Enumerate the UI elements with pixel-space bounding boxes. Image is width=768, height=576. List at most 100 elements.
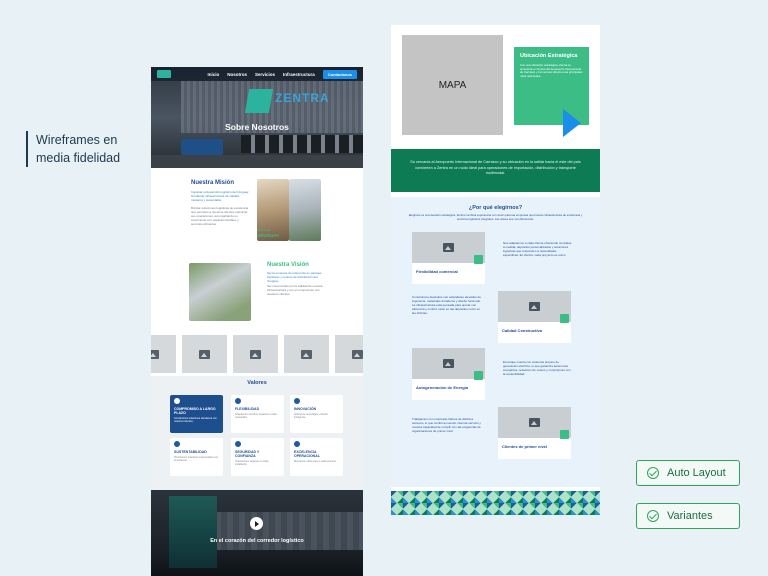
image-icon: [301, 349, 312, 359]
zentra-tower-image: [169, 496, 217, 568]
valor-card-excelencia[interactable]: EXCELENCIA OPERACIONAL Buscamos eficienci…: [290, 438, 343, 476]
auto-layout-label: Auto Layout: [667, 467, 726, 479]
valor-title: EXCELENCIA OPERACIONAL: [294, 450, 320, 458]
nav-item-inicio[interactable]: Inicio: [207, 72, 219, 77]
valor-title: COMPROMISO A LARGO PLAZO: [174, 407, 216, 415]
valor-card-seguridad[interactable]: SEGURIDAD Y CONFIANZA Operaciones seguras…: [231, 438, 284, 476]
hero-brand: ZENTRA: [275, 91, 330, 105]
why-subtitle: Elegirnos es una decisión estratégica. Z…: [408, 213, 583, 221]
image-icon: [529, 418, 540, 427]
valor-title: FLEXIBILIDAD: [235, 407, 260, 411]
nav-item-infraestructura[interactable]: Infraestructura: [283, 72, 315, 77]
why-section: ¿Por qué elegirnos? Elegirnos es una dec…: [391, 197, 600, 487]
ubicacion-desc: Con una ubicación estratégica, Zentra se…: [520, 63, 583, 78]
feature-text: Construimos depósitos con estándares ele…: [412, 295, 481, 315]
video-section: En el corazón del corredor logístico: [151, 490, 363, 576]
chevron-right-icon: [563, 109, 581, 137]
valor-card-flexibilidad[interactable]: FLEXIBILIDAD Adaptamos nuestros espacios …: [231, 395, 284, 433]
valores-title: Valores: [247, 380, 267, 386]
image-tag-icon: [474, 255, 483, 264]
ubicacion-page: MAPA Ubicación Estratégica Con una ubica…: [391, 25, 600, 515]
valor-desc: Aplicamos tecnología y diseño inteligent…: [294, 413, 328, 420]
image-icon: [529, 302, 540, 311]
feature-caption: Calidad Constructiva: [502, 328, 543, 333]
feature-card-calidad[interactable]: Calidad Constructiva: [498, 291, 571, 343]
map-placeholder[interactable]: MAPA: [402, 35, 503, 135]
gallery-item[interactable]: [182, 335, 227, 373]
image-icon: [199, 349, 210, 359]
play-icon[interactable]: [250, 517, 263, 530]
feature-text: Trabajamos con empresas líderes de disti…: [412, 417, 481, 433]
flex-icon: [235, 398, 241, 404]
sobre-nosotros-page: ZENTRA Sobre Nosotros Inicio Nosotros Se…: [151, 67, 363, 576]
valor-title: SUSTENTABILIDAD: [174, 450, 207, 454]
image-tag-icon: [474, 371, 483, 380]
mision-title: Nuestra Misión: [191, 180, 235, 186]
image-tag-icon: [560, 314, 569, 323]
bulb-icon: [294, 398, 300, 404]
location-banner: Su cercanía al Aeropuerto Internacional …: [391, 149, 600, 192]
image-gallery[interactable]: [151, 335, 363, 375]
vision-title: Nuestra Visión: [267, 262, 309, 268]
check-circle-icon: [647, 467, 659, 479]
valor-desc: Priorizamos prácticas responsables con e…: [174, 456, 219, 463]
ubicacion-title: Ubicación Estratégica: [520, 53, 578, 59]
valor-title: SEGURIDAD Y CONFIANZA: [235, 450, 260, 458]
feature-text: Nos adaptamos a cada cliente ofreciendo …: [503, 241, 572, 257]
leaf-icon: [174, 441, 180, 447]
gallery-item[interactable]: [233, 335, 278, 373]
zentra-logo-icon: [244, 89, 274, 113]
image-tag-icon: [560, 430, 569, 439]
contact-button[interactable]: Contáctanos: [322, 69, 357, 79]
image-icon: [352, 349, 363, 359]
image-icon: [151, 349, 159, 359]
valor-desc: Operaciones seguras en cada instalación.: [235, 460, 269, 467]
nav-logo-icon[interactable]: [157, 70, 172, 78]
image-icon: [443, 243, 454, 252]
feature-card-energia[interactable]: Autogeneración de Energía: [412, 348, 485, 400]
valor-desc: Buscamos eficiencia en cada proceso.: [294, 460, 337, 463]
valor-card-sustentabilidad[interactable]: SUSTENTABILIDAD Priorizamos prácticas res…: [170, 438, 223, 476]
warehouse-image: [215, 512, 363, 550]
valor-card-innovacion[interactable]: INNOVACIÓN Aplicamos tecnología y diseño …: [290, 395, 343, 433]
vision-text-2: Ser reconocidos por la calidad de nuestr…: [267, 284, 323, 296]
valor-desc: Adaptamos nuestros espacios a cada neces…: [235, 413, 277, 420]
hero-title: Sobre Nosotros: [225, 122, 289, 132]
nav-item-nosotros[interactable]: Nosotros: [227, 72, 247, 77]
mision-text-1: Impulsar el desarrollo logístico del Uru…: [191, 190, 249, 202]
valor-title: INNOVACIÓN: [294, 407, 317, 411]
vision-text-1: Ser la empresa de referencia en parques …: [267, 271, 322, 283]
handshake-icon: [174, 398, 180, 404]
feature-card-flexibilidad[interactable]: Flexibilidad comercial: [412, 232, 485, 284]
feature-caption: Flexibilidad comercial: [416, 269, 458, 274]
gallery-item[interactable]: [284, 335, 329, 373]
truck-image: [181, 139, 223, 155]
road-image: [151, 155, 363, 168]
gallery-item[interactable]: [151, 335, 176, 373]
image-icon: [443, 359, 454, 368]
valores-section: Valores COMPROMISO A LARGO PLAZO Construi…: [151, 376, 363, 490]
auto-layout-badge: Auto Layout: [636, 460, 740, 486]
nav-item-servicios[interactable]: Servicios: [255, 72, 275, 77]
variantes-label: Variantes: [667, 510, 713, 522]
feature-text: El parque cuenta con sistemas propios de…: [503, 360, 571, 376]
feature-card-clientes[interactable]: Clientes de primer nivel: [498, 407, 571, 459]
mision-photo-2: [289, 179, 321, 241]
photo-label: URUGUAY: [257, 233, 280, 238]
shield-icon: [235, 441, 241, 447]
feature-caption: Clientes de primer nivel: [502, 444, 548, 449]
variantes-badge: Variantes: [636, 503, 740, 529]
valor-desc: Construimos relaciones duraderas con nue…: [174, 417, 217, 424]
vision-aerial-photo: [189, 263, 251, 321]
mision-text-2: Brindar soluciones logísticas de excelen…: [191, 206, 249, 226]
side-title: Wireframes en media fidelidad: [26, 131, 136, 167]
valor-card-compromiso[interactable]: COMPROMISO A LARGO PLAZO Construimos rela…: [170, 395, 223, 433]
image-icon: [250, 349, 261, 359]
check-circle-icon: [647, 510, 659, 522]
gallery-item[interactable]: [335, 335, 363, 373]
hero-section: ZENTRA Sobre Nosotros Inicio Nosotros Se…: [151, 67, 363, 168]
why-title: ¿Por qué elegirnos?: [468, 205, 523, 211]
video-caption: En el corazón del corredor logístico: [210, 538, 304, 544]
star-icon: [294, 441, 300, 447]
feature-caption: Autogeneración de Energía: [416, 385, 469, 390]
